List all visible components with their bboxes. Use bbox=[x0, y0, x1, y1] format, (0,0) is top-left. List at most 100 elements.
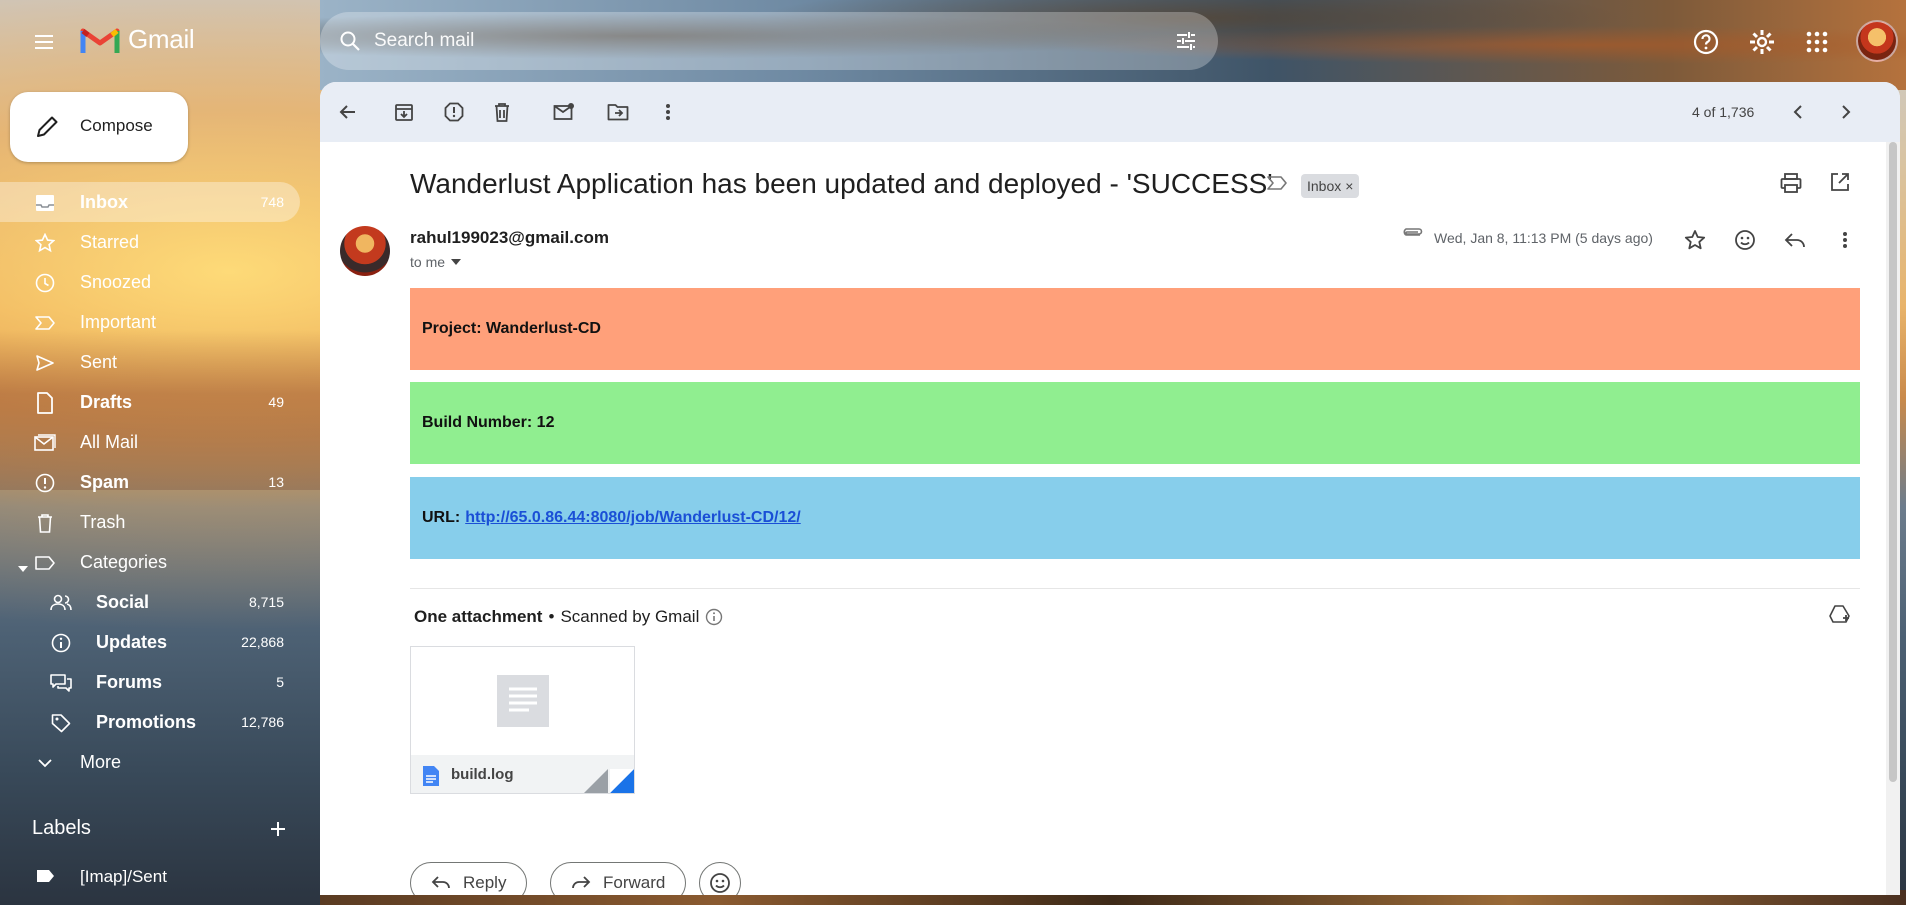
label-item-imap-sent[interactable]: [Imap]/Sent bbox=[0, 858, 300, 898]
more-actions-button[interactable] bbox=[650, 94, 686, 130]
gmail-m-icon bbox=[80, 28, 120, 53]
build-number-band: Build Number: 12 bbox=[410, 382, 1860, 464]
reply-button[interactable]: Reply bbox=[410, 862, 528, 895]
url-label: URL: bbox=[422, 509, 461, 526]
attachment-count: One attachment bbox=[414, 607, 543, 626]
sidebar-item-spam[interactable]: Spam 13 bbox=[0, 462, 300, 502]
forward-icon bbox=[572, 876, 591, 889]
sidebar-item-inbox[interactable]: Inbox 748 bbox=[0, 182, 300, 222]
back-button[interactable] bbox=[330, 94, 366, 130]
label-icon bbox=[36, 868, 56, 889]
build-url-link[interactable]: http://65.0.86.44:8080/job/Wanderlust-CD… bbox=[465, 509, 801, 527]
chip-label: Inbox bbox=[1307, 178, 1342, 194]
search-bar[interactable] bbox=[320, 12, 1218, 70]
move-folder-icon bbox=[607, 104, 629, 121]
inbox-icon bbox=[34, 192, 56, 214]
caret-down-icon bbox=[451, 259, 462, 265]
main-menu-button[interactable] bbox=[26, 24, 62, 60]
sidebar-item-sent[interactable]: Sent bbox=[0, 342, 300, 382]
search-icon[interactable] bbox=[338, 29, 362, 58]
print-all-button[interactable] bbox=[1780, 172, 1802, 199]
account-avatar[interactable] bbox=[1856, 20, 1898, 62]
reply-icon bbox=[1784, 233, 1805, 248]
file-corner-fold-icon bbox=[584, 769, 634, 793]
sidebar-item-updates[interactable]: Updates 22,868 bbox=[0, 622, 300, 662]
create-label-button[interactable] bbox=[264, 815, 292, 843]
sidebar-item-starred[interactable]: Starred bbox=[0, 222, 300, 262]
info-icon bbox=[50, 632, 72, 654]
message-scrollbar[interactable] bbox=[1886, 142, 1900, 895]
message-toolbar: 4 of 1,736 bbox=[320, 82, 1900, 142]
sender-avatar[interactable] bbox=[340, 226, 390, 276]
sidebar-item-important[interactable]: Important bbox=[0, 302, 300, 342]
remove-label-button[interactable]: × bbox=[1345, 178, 1353, 194]
forums-count: 5 bbox=[276, 674, 284, 690]
recipients-toggle[interactable]: to me bbox=[410, 254, 462, 270]
sidebar-item-categories[interactable]: Categories bbox=[0, 542, 300, 582]
attachment-filename: build.log bbox=[451, 766, 514, 783]
gear-icon bbox=[1750, 30, 1774, 54]
gmail-logo[interactable]: Gmail bbox=[80, 24, 195, 55]
sidebar-item-drafts[interactable]: Drafts 49 bbox=[0, 382, 300, 422]
scanned-text: Scanned by Gmail bbox=[560, 607, 700, 626]
sidebar-item-more[interactable]: More bbox=[0, 742, 300, 782]
gmail-wordmark: Gmail bbox=[128, 24, 195, 54]
open-in-new-window-button[interactable] bbox=[1830, 172, 1850, 197]
arrow-left-icon bbox=[339, 105, 355, 119]
paperclip-icon bbox=[1400, 228, 1424, 247]
more-vert-icon bbox=[1843, 232, 1847, 248]
add-all-to-drive-button[interactable] bbox=[1828, 604, 1852, 631]
scrollbar-thumb[interactable] bbox=[1889, 142, 1897, 782]
drafts-count: 49 bbox=[268, 394, 284, 410]
separator-dot: • bbox=[548, 607, 555, 626]
recipient-text: to me bbox=[410, 254, 446, 270]
chevron-left-icon bbox=[1793, 105, 1802, 119]
forward-button[interactable]: Forward bbox=[550, 862, 687, 895]
message-more-button[interactable] bbox=[1827, 222, 1863, 258]
compose-label: Compose bbox=[80, 116, 153, 135]
sidebar-item-all-mail[interactable]: All Mail bbox=[0, 422, 300, 462]
sidebar-nav: Inbox 748 Starred Snoozed Important Sent… bbox=[0, 182, 300, 782]
sidebar-item-social[interactable]: Social 8,715 bbox=[0, 582, 300, 622]
project-band: Project: Wanderlust-CD bbox=[410, 288, 1860, 370]
document-preview-icon bbox=[497, 675, 549, 727]
move-to-button[interactable] bbox=[600, 94, 636, 130]
newer-button[interactable] bbox=[1780, 94, 1816, 130]
reply-button-header[interactable] bbox=[1777, 222, 1813, 258]
search-options-icon[interactable] bbox=[1174, 29, 1198, 58]
support-button[interactable] bbox=[1688, 24, 1724, 60]
sidebar-item-forums[interactable]: Forums 5 bbox=[0, 662, 300, 702]
sidebar-item-trash[interactable]: Trash bbox=[0, 502, 300, 542]
promotions-count: 12,786 bbox=[241, 714, 284, 730]
settings-button[interactable] bbox=[1744, 24, 1780, 60]
message-position: 4 of 1,736 bbox=[1692, 104, 1755, 120]
reply-label: Reply bbox=[463, 873, 507, 892]
sender-email[interactable]: rahul199023@gmail.com bbox=[410, 228, 609, 248]
report-spam-button[interactable] bbox=[436, 94, 472, 130]
archive-button[interactable] bbox=[386, 94, 422, 130]
google-apps-button[interactable] bbox=[1799, 24, 1835, 60]
email-subject: Wanderlust Application has been updated … bbox=[410, 168, 1273, 199]
sidebar-item-snoozed[interactable]: Snoozed bbox=[0, 262, 300, 302]
star-button[interactable] bbox=[1677, 222, 1713, 258]
older-button[interactable] bbox=[1828, 94, 1864, 130]
emoji-react-button[interactable] bbox=[699, 862, 741, 895]
search-input[interactable] bbox=[374, 22, 1154, 60]
delete-button[interactable] bbox=[484, 94, 520, 130]
clock-icon bbox=[34, 272, 56, 294]
mark-unread-button[interactable] bbox=[546, 94, 582, 130]
more-vert-icon bbox=[666, 104, 670, 120]
add-reaction-button[interactable] bbox=[1727, 222, 1763, 258]
doc-file-icon bbox=[423, 766, 439, 786]
mark-unread-icon bbox=[553, 103, 574, 120]
plus-icon bbox=[271, 822, 285, 836]
label-tag-icon bbox=[34, 552, 56, 574]
sidebar-item-promotions[interactable]: Promotions 12,786 bbox=[0, 702, 300, 742]
compose-button[interactable]: Compose bbox=[10, 92, 188, 162]
apps-grid-icon bbox=[1806, 31, 1828, 53]
important-marker-icon[interactable] bbox=[1266, 175, 1288, 196]
info-icon[interactable] bbox=[705, 608, 723, 626]
attachment-card[interactable]: build.log bbox=[410, 646, 635, 794]
people-icon bbox=[50, 592, 72, 614]
caret-down-icon[interactable] bbox=[18, 557, 28, 578]
